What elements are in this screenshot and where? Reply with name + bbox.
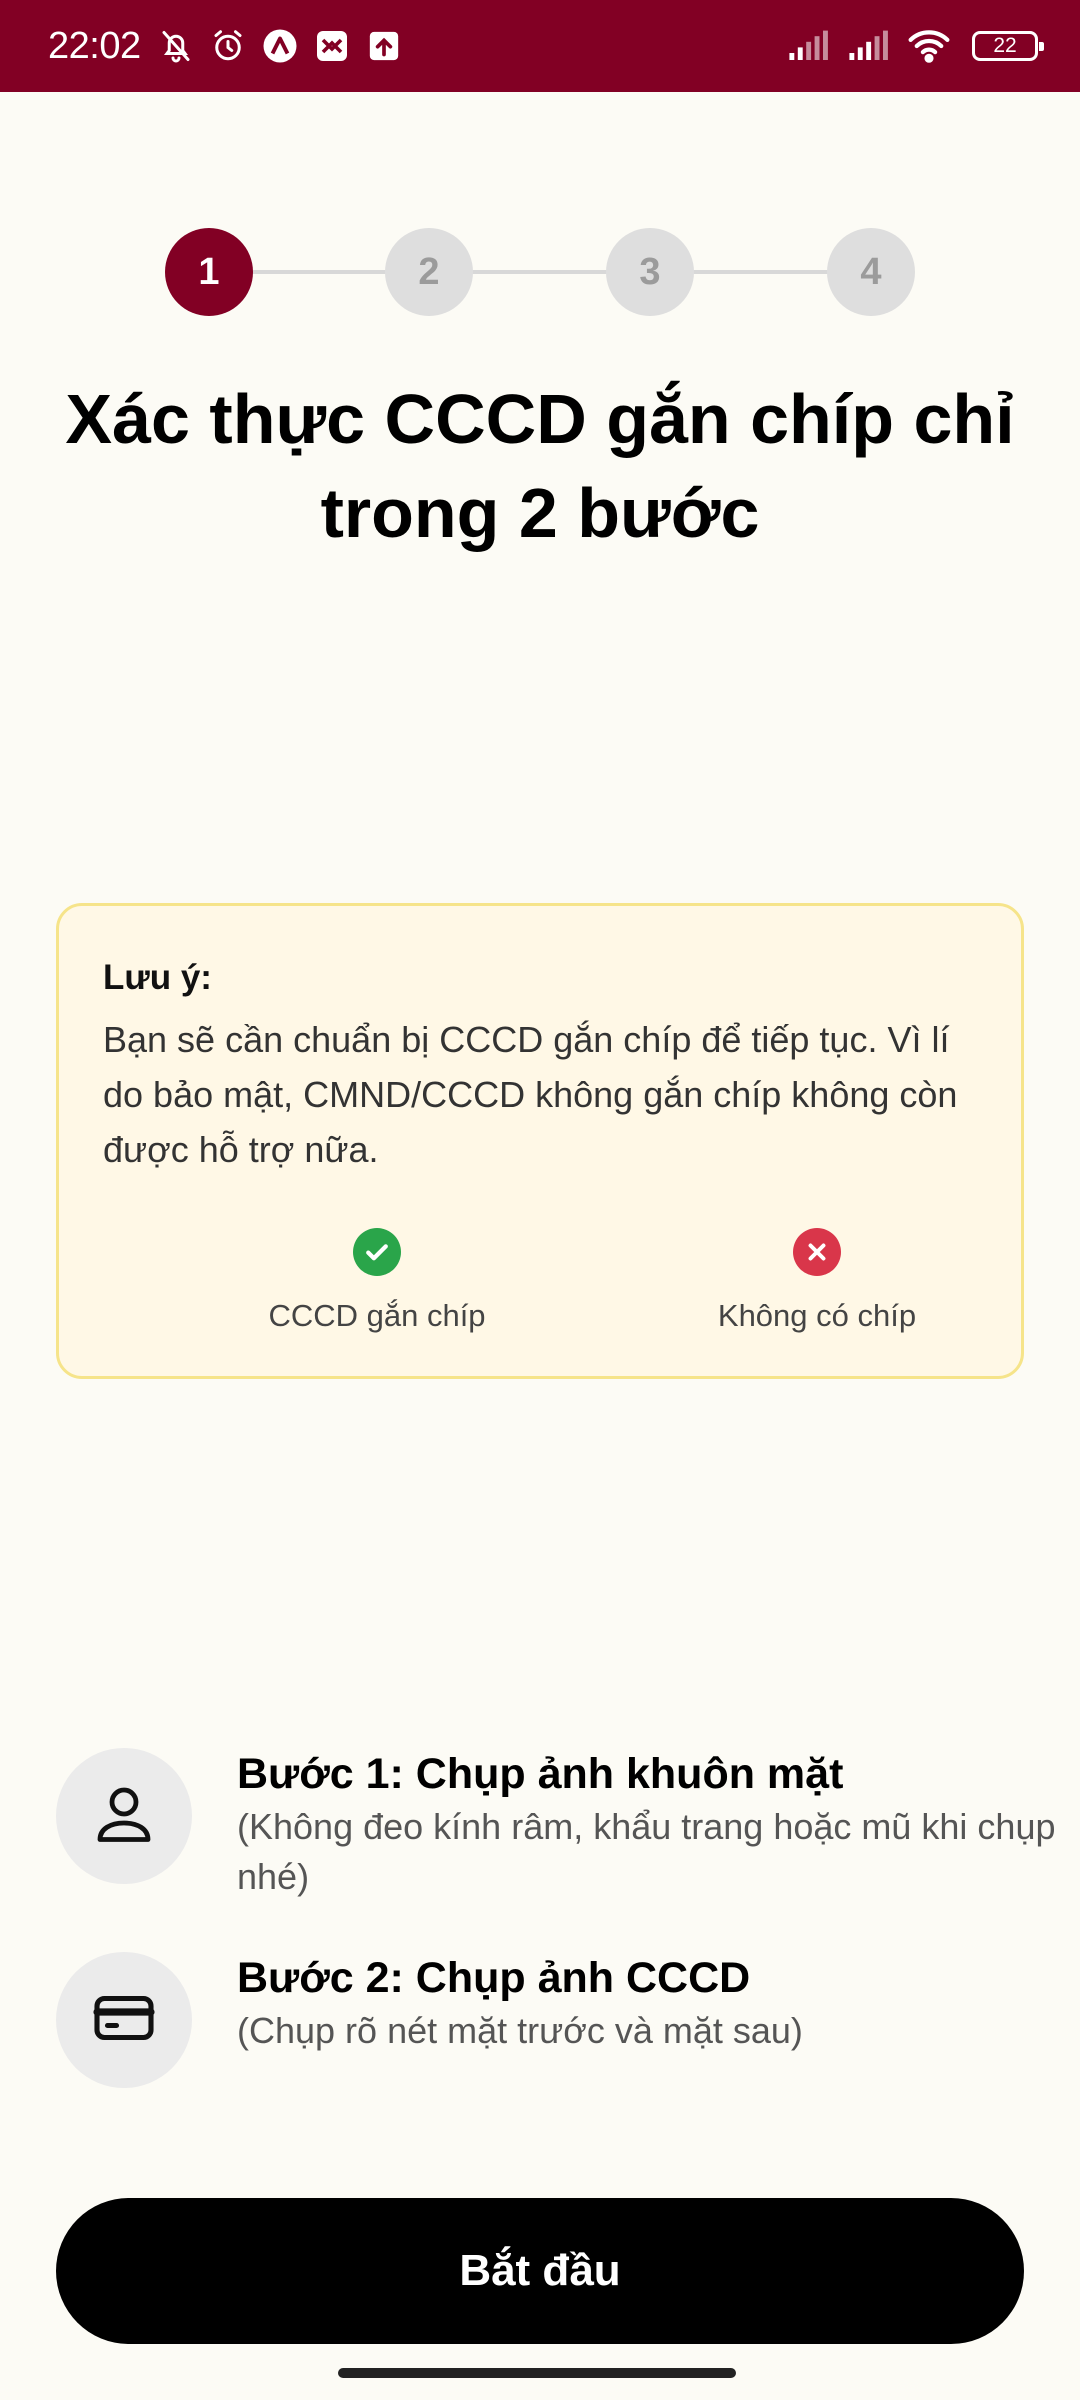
icon-circle xyxy=(56,1952,192,2088)
screen: 22:02 22 1 2 3 4 Xác thực CCCD gắn chíp … xyxy=(0,0,1080,2400)
step-indicator-3: 3 xyxy=(606,228,694,316)
home-indicator[interactable] xyxy=(338,2368,736,2378)
upload-icon xyxy=(363,25,405,67)
wifi-icon xyxy=(908,25,950,67)
option-label: CCCD gắn chíp xyxy=(268,1298,486,1333)
step-indicator-4: 4 xyxy=(827,228,915,316)
note-body: Bạn sẽ cần chuẩn bị CCCD gắn chíp để tiế… xyxy=(103,1019,958,1170)
x-circle-icon xyxy=(793,1228,841,1276)
step-text: Bước 1: Chụp ảnh khuôn mặt (Không đeo kí… xyxy=(237,1748,1080,1902)
id-card-icon xyxy=(88,1982,160,2059)
status-bar-right: 22 xyxy=(788,25,1044,67)
check-circle-icon xyxy=(353,1228,401,1276)
icon-circle xyxy=(56,1748,192,1884)
stepper-line xyxy=(245,270,845,274)
option-no-chip: Không có chíp xyxy=(617,1228,1017,1334)
progress-stepper: 1 2 3 4 xyxy=(165,228,915,316)
app-b-icon xyxy=(311,25,353,67)
status-bar: 22:02 22 xyxy=(0,0,1080,92)
step-text: Bước 2: Chụp ảnh CCCD (Chụp rõ nét mặt t… xyxy=(237,1952,1080,2056)
bell-off-icon xyxy=(155,25,197,67)
signal-icon xyxy=(788,25,830,67)
battery-icon: 22 xyxy=(972,31,1044,61)
signal-icon xyxy=(848,25,890,67)
step-title: Bước 1: Chụp ảnh khuôn mặt xyxy=(237,1750,844,1798)
step-description: (Chụp rõ nét mặt trước và mặt sau) xyxy=(237,2010,803,2051)
id-type-options: CCCD gắn chíp Không có chíp xyxy=(59,1228,1021,1348)
status-bar-left: 22:02 xyxy=(48,25,415,68)
step-indicator-2: 2 xyxy=(385,228,473,316)
step-description: (Không đeo kính râm, khẩu trang hoặc mũ … xyxy=(237,1806,1056,1897)
step-title: Bước 2: Chụp ảnh CCCD xyxy=(237,1954,751,2002)
option-chip-card: CCCD gắn chíp xyxy=(177,1228,577,1334)
step-indicator-1: 1 xyxy=(165,228,253,316)
status-time: 22:02 xyxy=(48,24,141,67)
option-label: Không có chíp xyxy=(717,1298,917,1333)
alarm-icon xyxy=(207,25,249,67)
note-card: Lưu ý: Bạn sẽ cần chuẩn bị CCCD gắn chíp… xyxy=(56,903,1024,1379)
start-button[interactable]: Bắt đầu xyxy=(56,2198,1024,2344)
battery-level: 22 xyxy=(993,34,1017,57)
app-a-icon xyxy=(259,25,301,67)
note-title: Lưu ý: xyxy=(103,958,212,997)
page-title: Xác thực CCCD gắn chíp chỉ trong 2 bước xyxy=(65,380,1015,552)
person-icon xyxy=(88,1778,160,1855)
